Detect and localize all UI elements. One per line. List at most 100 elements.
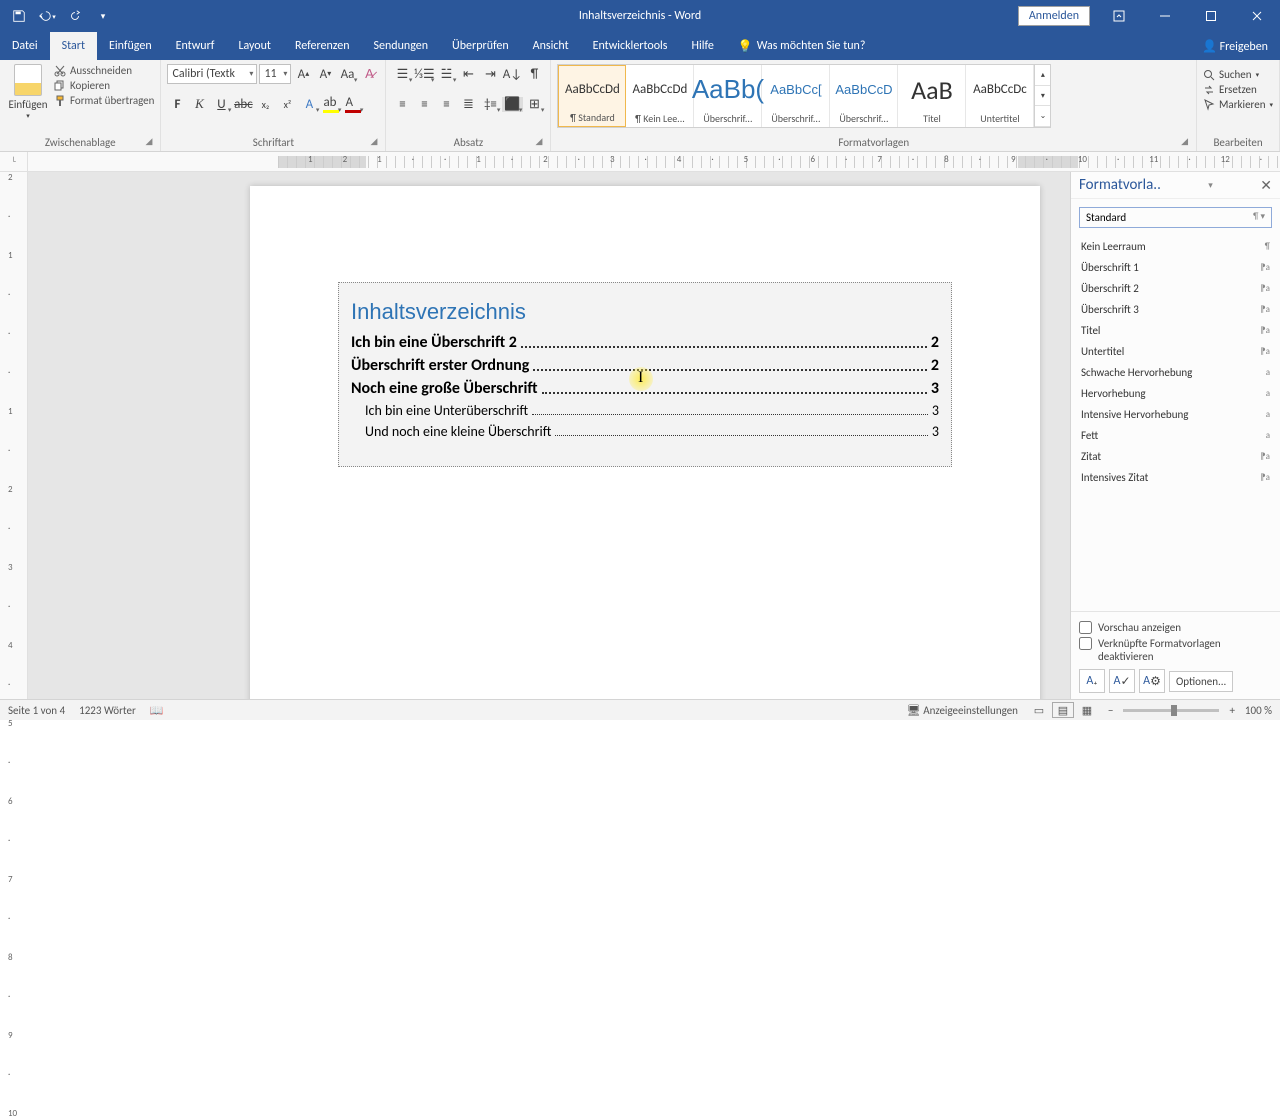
tab-referenzen[interactable]: Referenzen xyxy=(283,32,362,60)
highlight-button[interactable]: ab▾ xyxy=(321,94,341,114)
bullets-button[interactable]: ☰▾ xyxy=(392,64,412,84)
web-layout-button[interactable]: ▦ xyxy=(1076,702,1098,718)
maximize-icon[interactable] xyxy=(1188,0,1234,32)
tab-selector[interactable]: └ xyxy=(0,152,28,171)
paste-button[interactable]: Einfügen▾ xyxy=(6,64,50,120)
ruler-horizontal[interactable]: └ 121··1·2·3·4·5·6·7·8·9·10·11·12·13·14·… xyxy=(0,152,1280,172)
zoom-slider[interactable] xyxy=(1123,709,1219,712)
bold-button[interactable]: F xyxy=(167,94,187,114)
align-right-button[interactable]: ≡ xyxy=(436,94,456,114)
style-gallery-item[interactable]: AaBbCcDd¶ Standard xyxy=(558,65,626,127)
text-effects-button[interactable]: A▾ xyxy=(299,94,319,114)
undo-icon[interactable]: ▾ xyxy=(34,3,60,29)
new-style-button[interactable]: A₊ xyxy=(1079,669,1105,693)
tab-start[interactable]: Start xyxy=(50,32,97,60)
shading-button[interactable]: ⬛▾ xyxy=(502,94,522,114)
para-launcher-icon[interactable]: ◢ xyxy=(536,136,543,147)
style-gallery-item[interactable]: AaBb(Überschrif... xyxy=(694,65,762,127)
tab-entwicklertools[interactable]: Entwicklertools xyxy=(581,32,680,60)
align-left-button[interactable]: ≡ xyxy=(392,94,412,114)
ruler-vertical[interactable]: 2·1···1·2·3·4·5·6·7·8·9·10 xyxy=(0,172,28,699)
zoom-in-button[interactable]: + xyxy=(1229,704,1234,717)
justify-button[interactable]: ≣ xyxy=(458,94,478,114)
font-name-combo[interactable]: Calibri (Textk xyxy=(167,64,257,84)
borders-button[interactable]: ⊞▾ xyxy=(524,94,544,114)
style-gallery-item[interactable]: AaBbCc[Überschrif... xyxy=(762,65,830,127)
numbering-button[interactable]: ⅓☰▾ xyxy=(414,64,434,84)
tab-datei[interactable]: Datei xyxy=(0,32,50,60)
subscript-button[interactable]: x₂ xyxy=(255,94,275,114)
proofing-icon[interactable]: 📖 xyxy=(150,704,164,717)
toc-entry-l2[interactable]: Ich bin eine Unterüberschrift3 xyxy=(365,402,939,419)
style-pane-item[interactable]: Überschrift 1⁋a xyxy=(1071,257,1280,278)
document-area[interactable]: Inhaltsverzeichnis Ich bin eine Überschr… xyxy=(28,172,1070,699)
style-pane-item[interactable]: Fetta xyxy=(1071,425,1280,446)
gallery-more-icon[interactable]: ⌄ xyxy=(1035,106,1050,127)
tab-hilfe[interactable]: Hilfe xyxy=(679,32,725,60)
clipboard-launcher-icon[interactable]: ◢ xyxy=(146,136,153,147)
indent-button[interactable]: ⇥ xyxy=(480,64,500,84)
style-gallery-item[interactable]: AaBTitel xyxy=(898,65,966,127)
style-pane-item[interactable]: Intensive Hervorhebunga xyxy=(1071,404,1280,425)
current-style[interactable]: Standard¶ ▾ xyxy=(1079,207,1272,228)
manage-styles-button[interactable]: A⚙ xyxy=(1139,669,1165,693)
toc-entry-l1[interactable]: Ich bin eine Überschrift 22 xyxy=(351,333,939,352)
style-pane-item[interactable]: Überschrift 3⁋a xyxy=(1071,299,1280,320)
copy-button[interactable]: Kopieren xyxy=(54,79,154,92)
linked-checkbox[interactable]: Verknüpfte Formatvorlagen deaktivieren xyxy=(1079,637,1272,663)
qat-customize-icon[interactable]: ▾ xyxy=(90,3,116,29)
font-color-button[interactable]: A▾ xyxy=(343,94,363,114)
align-center-button[interactable]: ≡ xyxy=(414,94,434,114)
display-settings[interactable]: 🖥 Anzeigeeinstellungen xyxy=(907,704,1018,717)
italic-button[interactable]: K xyxy=(189,94,209,114)
read-mode-button[interactable]: ▭ xyxy=(1028,702,1050,718)
sort-button[interactable]: A↓ xyxy=(502,64,522,84)
gallery-down-icon[interactable]: ▾ xyxy=(1035,86,1050,107)
style-gallery-item[interactable]: AaBbCcDd¶ Kein Lee... xyxy=(626,65,694,127)
preview-checkbox[interactable]: Vorschau anzeigen xyxy=(1079,621,1272,634)
font-size-combo[interactable]: 11 xyxy=(259,64,291,84)
gallery-up-icon[interactable]: ▴ xyxy=(1035,65,1050,86)
pane-close-icon[interactable]: ✕ xyxy=(1260,177,1272,194)
tell-me[interactable]: 💡 Was möchten Sie tun? xyxy=(726,32,878,60)
style-pane-item[interactable]: Zitat⁋a xyxy=(1071,446,1280,467)
change-case-button[interactable]: Aa▾ xyxy=(337,64,357,84)
tab-einfuegen[interactable]: Einfügen xyxy=(97,32,164,60)
style-gallery-item[interactable]: AaBbCcDÜberschrif... xyxy=(830,65,898,127)
outdent-button[interactable]: ⇤ xyxy=(458,64,478,84)
share-button[interactable]: 👤 Freigeben xyxy=(1202,39,1268,54)
toc-field[interactable]: Inhaltsverzeichnis Ich bin eine Überschr… xyxy=(338,282,952,467)
style-pane-item[interactable]: Hervorhebunga xyxy=(1071,383,1280,404)
strike-button[interactable]: abc xyxy=(233,94,253,114)
save-icon[interactable] xyxy=(6,3,32,29)
tab-entwurf[interactable]: Entwurf xyxy=(164,32,227,60)
clear-format-button[interactable]: A̷ xyxy=(359,64,379,84)
redo-icon[interactable] xyxy=(62,3,88,29)
shrink-font-button[interactable]: A▾ xyxy=(315,64,335,84)
ribbon-options-icon[interactable] xyxy=(1096,0,1142,32)
style-pane-item[interactable]: Kein Leerraum¶ xyxy=(1071,236,1280,257)
format-painter-button[interactable]: Format übertragen xyxy=(54,94,154,107)
tab-sendungen[interactable]: Sendungen xyxy=(362,32,441,60)
word-count[interactable]: 1223 Wörter xyxy=(79,704,136,717)
cut-button[interactable]: Ausschneiden xyxy=(54,64,154,77)
style-pane-item[interactable]: Intensives Zitat⁋a xyxy=(1071,467,1280,488)
find-button[interactable]: Suchen ▾ xyxy=(1203,68,1273,81)
zoom-level[interactable]: 100 % xyxy=(1245,704,1272,717)
tab-layout[interactable]: Layout xyxy=(226,32,283,60)
style-options-button[interactable]: Optionen... xyxy=(1169,671,1233,692)
pilcrow-button[interactable]: ¶ xyxy=(524,64,544,84)
styles-launcher-icon[interactable]: ◢ xyxy=(1181,136,1188,147)
tab-ueberpruefen[interactable]: Überprüfen xyxy=(440,32,521,60)
line-spacing-button[interactable]: ‡≡▾ xyxy=(480,94,500,114)
print-layout-button[interactable]: ▤ xyxy=(1052,702,1074,718)
multilevel-button[interactable]: ☱▾ xyxy=(436,64,456,84)
minimize-icon[interactable] xyxy=(1142,0,1188,32)
superscript-button[interactable]: x² xyxy=(277,94,297,114)
underline-button[interactable]: U▾ xyxy=(211,94,231,114)
zoom-out-button[interactable]: − xyxy=(1108,704,1113,717)
toc-entry-l1[interactable]: Überschrift erster Ordnung2 xyxy=(351,356,939,375)
tab-ansicht[interactable]: Ansicht xyxy=(521,32,581,60)
close-icon[interactable] xyxy=(1234,0,1280,32)
style-pane-item[interactable]: Titel⁋a xyxy=(1071,320,1280,341)
